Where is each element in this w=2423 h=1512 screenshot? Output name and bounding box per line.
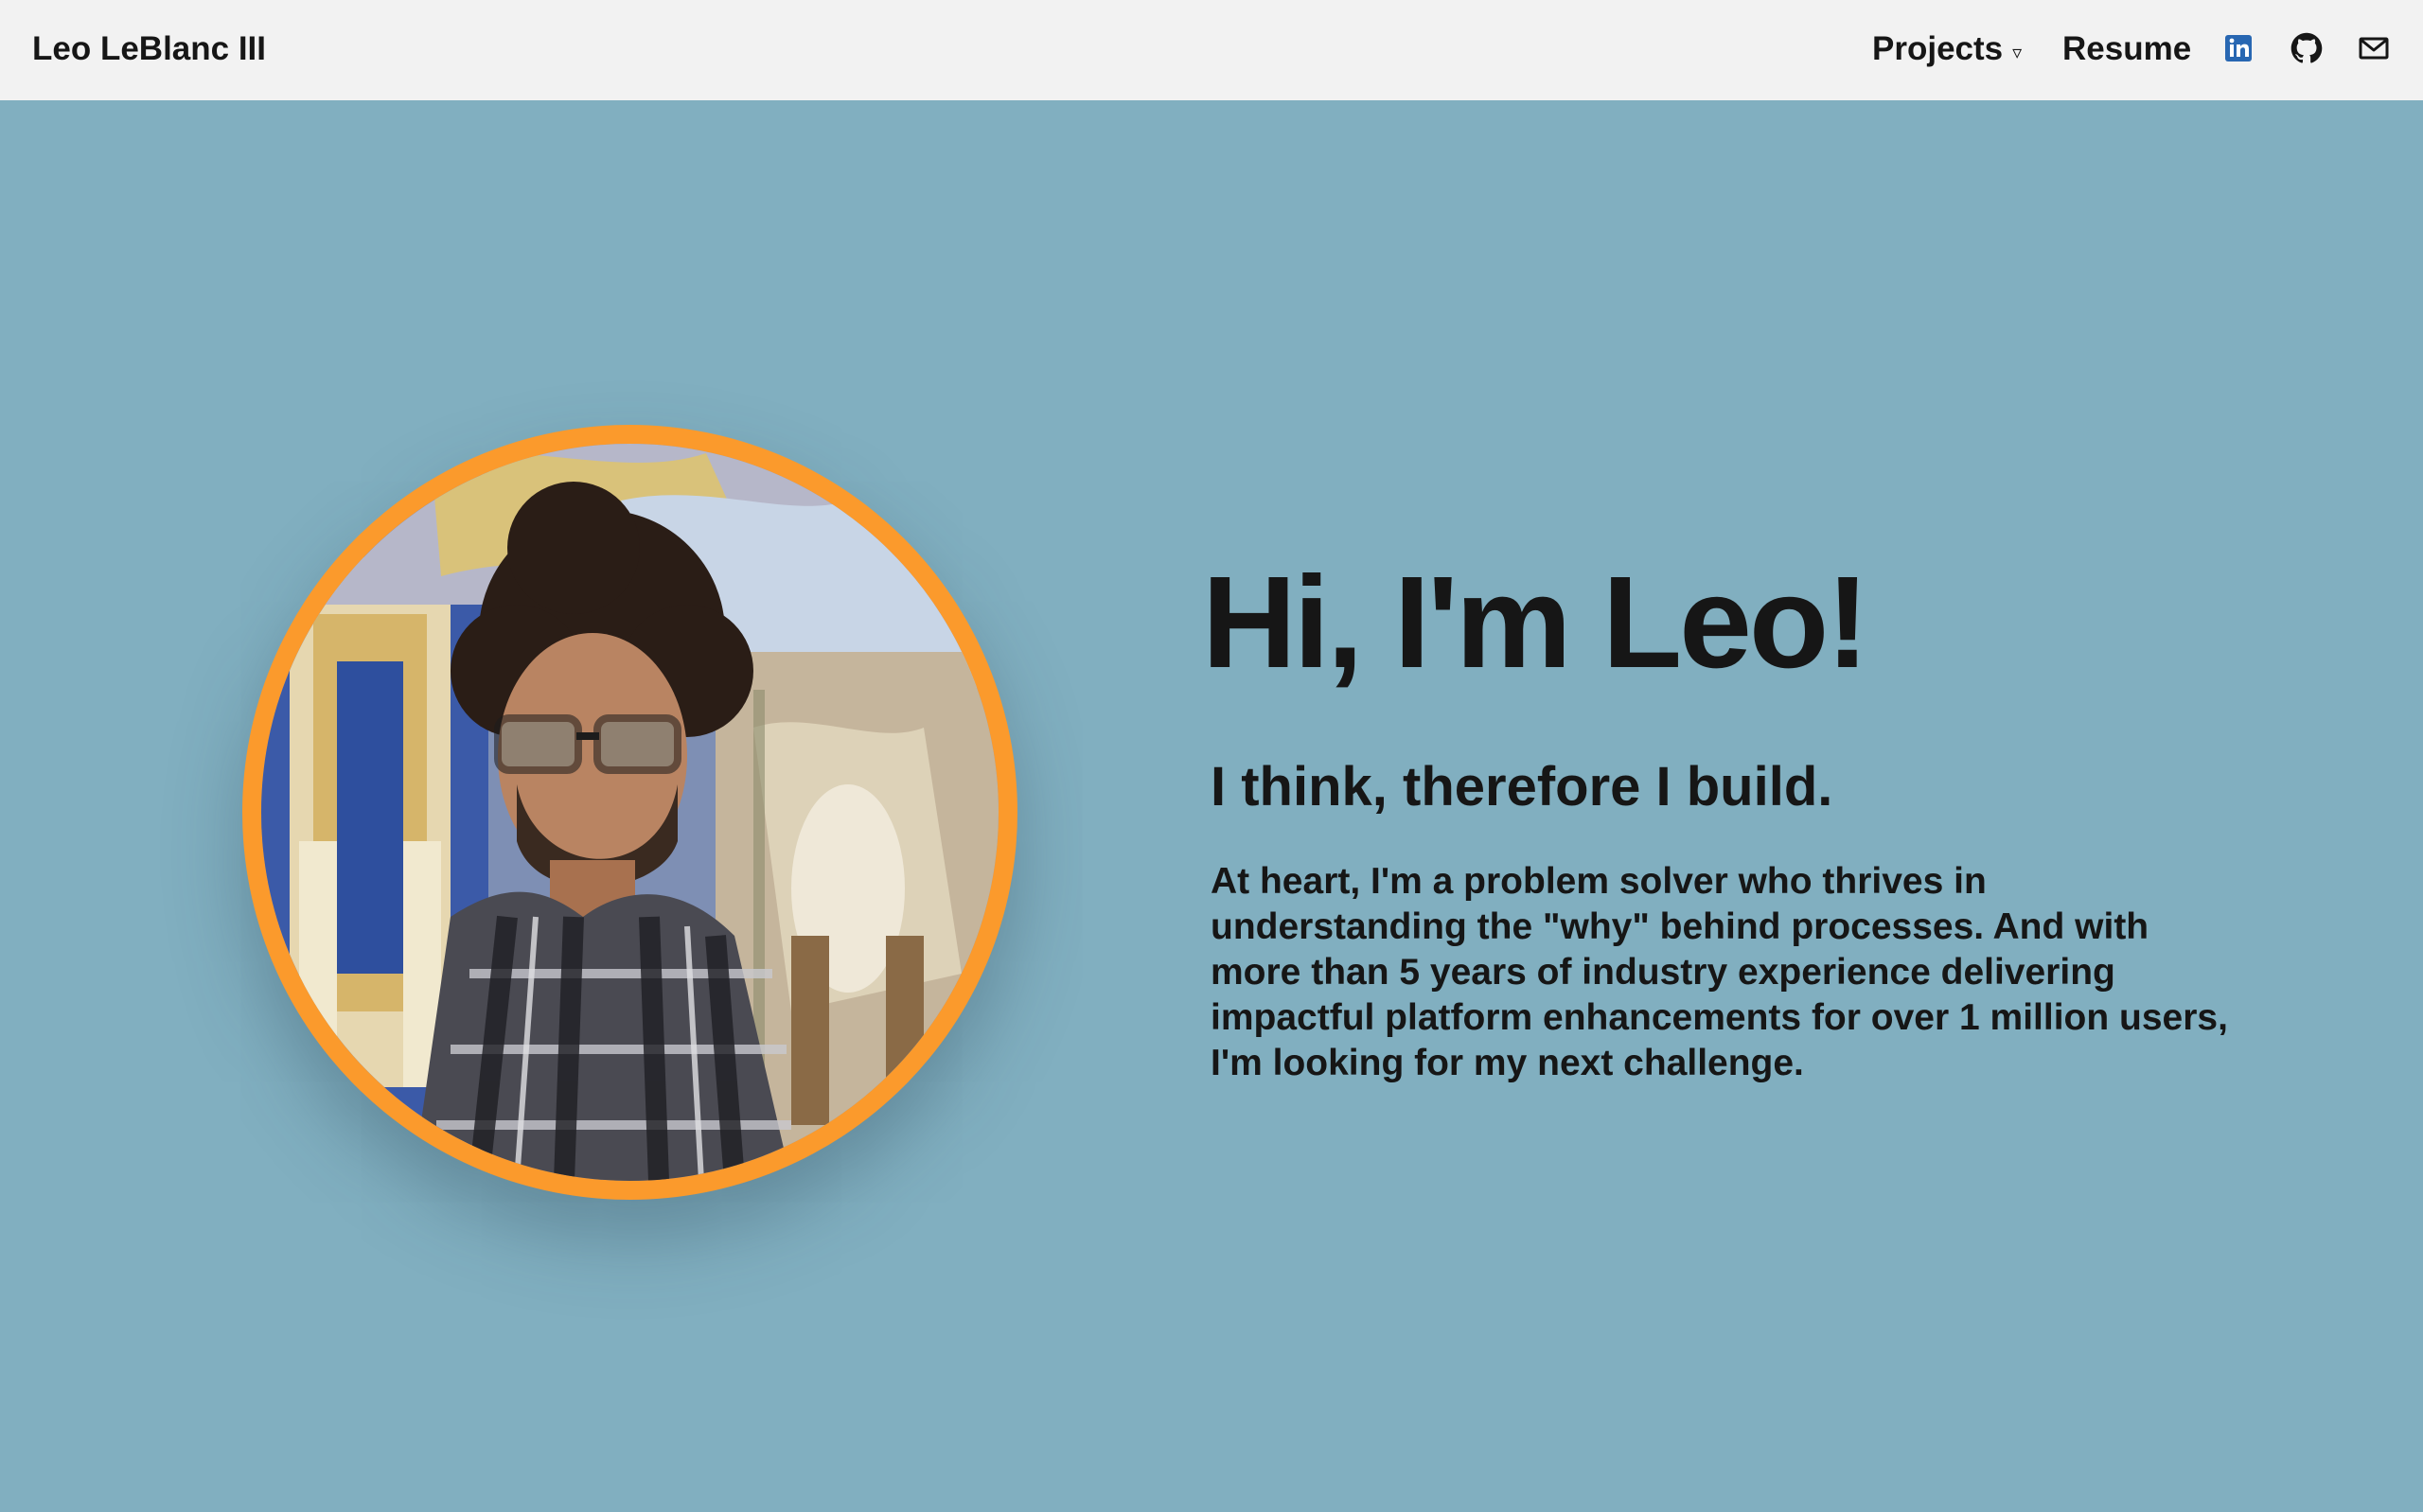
chevron-down-icon: ▿ (2012, 43, 2023, 63)
github-icon[interactable] (2290, 32, 2323, 64)
hero-title: Hi, I'm Leo! (1202, 550, 1869, 695)
projects-dropdown[interactable]: Projects ▿ (1872, 28, 2022, 70)
resume-link[interactable]: Resume (2062, 28, 2191, 70)
top-navigation-bar: Leo LeBlanc III Projects ▿ Resume (0, 0, 2423, 100)
site-brand-name[interactable]: Leo LeBlanc III (32, 28, 266, 70)
profile-photo-frame (242, 425, 1017, 1200)
mail-icon[interactable] (2358, 32, 2390, 64)
hero-intro-paragraph: At heart, I'm a problem solver who thriv… (1211, 861, 2228, 1083)
profile-photo (261, 444, 999, 1181)
linkedin-icon[interactable] (2222, 32, 2255, 64)
projects-label: Projects (1872, 30, 2004, 67)
hero-subtitle: I think, therefore I build. (1211, 756, 1833, 818)
